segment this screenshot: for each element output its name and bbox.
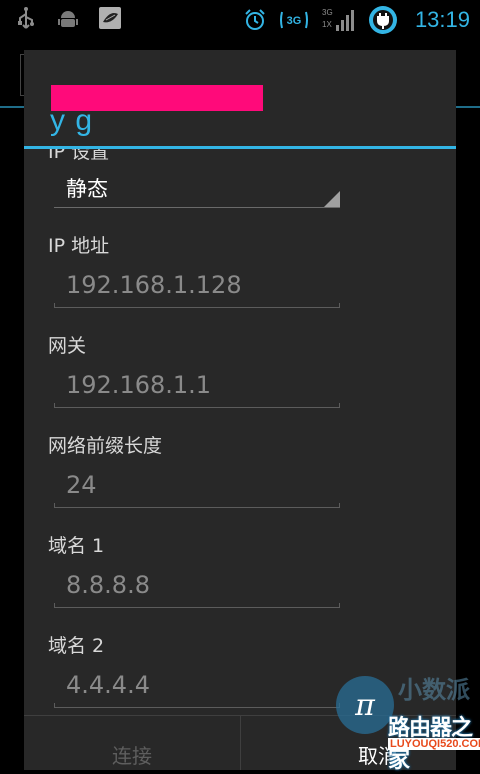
notification-icons: [14, 6, 122, 30]
svg-text:3G: 3G: [287, 15, 302, 27]
wifi-settings-dialog: y g IP 设置 静态 IP 地址 192.168.1.128 网关 192.…: [24, 50, 456, 770]
connect-button[interactable]: 连接: [24, 716, 240, 770]
spinner-dropdown-icon[interactable]: [324, 191, 340, 207]
sync-3g-icon: 3G: [279, 8, 309, 32]
dns1-underline: [54, 603, 340, 608]
dns1-field[interactable]: 8.8.8.8: [66, 571, 150, 599]
watermark: π 小数派 路由器之家 LUYOUQI520.COM: [336, 666, 480, 773]
dialog-header: y g: [24, 50, 456, 146]
svg-text:3G: 3G: [322, 8, 333, 17]
gateway-field[interactable]: 192.168.1.1: [66, 371, 211, 399]
ip-address-underline: [54, 303, 340, 308]
prefix-length-label: 网络前缀长度: [48, 435, 163, 457]
dialog-content[interactable]: IP 设置 静态 IP 地址 192.168.1.128 网关 192.168.…: [24, 149, 456, 715]
status-bar: 3G 3G 1X 13:19: [0, 0, 480, 38]
ip-settings-label: IP 设置: [48, 149, 110, 163]
prefix-length-underline: [54, 503, 340, 508]
usb-icon: [14, 6, 38, 30]
android-debug-icon: [56, 6, 80, 30]
battery-charging-icon: [367, 4, 399, 36]
ip-settings-spinner[interactable]: [54, 207, 340, 208]
redaction-block: [51, 85, 263, 111]
app-notification-icon: [98, 6, 122, 30]
watermark-logo-icon: π: [336, 676, 394, 734]
ip-address-label: IP 地址: [48, 235, 110, 257]
prefix-length-field[interactable]: 24: [66, 471, 97, 499]
dns1-label: 域名 1: [48, 535, 105, 557]
svg-text:1X: 1X: [322, 20, 332, 29]
gateway-label: 网关: [48, 335, 87, 357]
dns2-field[interactable]: 4.4.4.4: [66, 671, 150, 699]
system-icons: 3G 3G 1X 13:19: [243, 4, 470, 36]
ip-address-field[interactable]: 192.168.1.128: [66, 271, 242, 299]
ip-settings-spinner-value[interactable]: 静态: [66, 173, 108, 203]
clock: 13:19: [414, 7, 470, 32]
dns2-underline: [54, 703, 340, 708]
watermark-sub-text: LUYOUQI520.COM: [388, 738, 480, 750]
signal-icon: 3G 1X: [321, 8, 355, 32]
alarm-icon: [243, 8, 267, 32]
dns2-label: 域名 2: [48, 635, 105, 657]
gateway-underline: [54, 403, 340, 408]
watermark-top-text: 小数派: [398, 676, 470, 704]
